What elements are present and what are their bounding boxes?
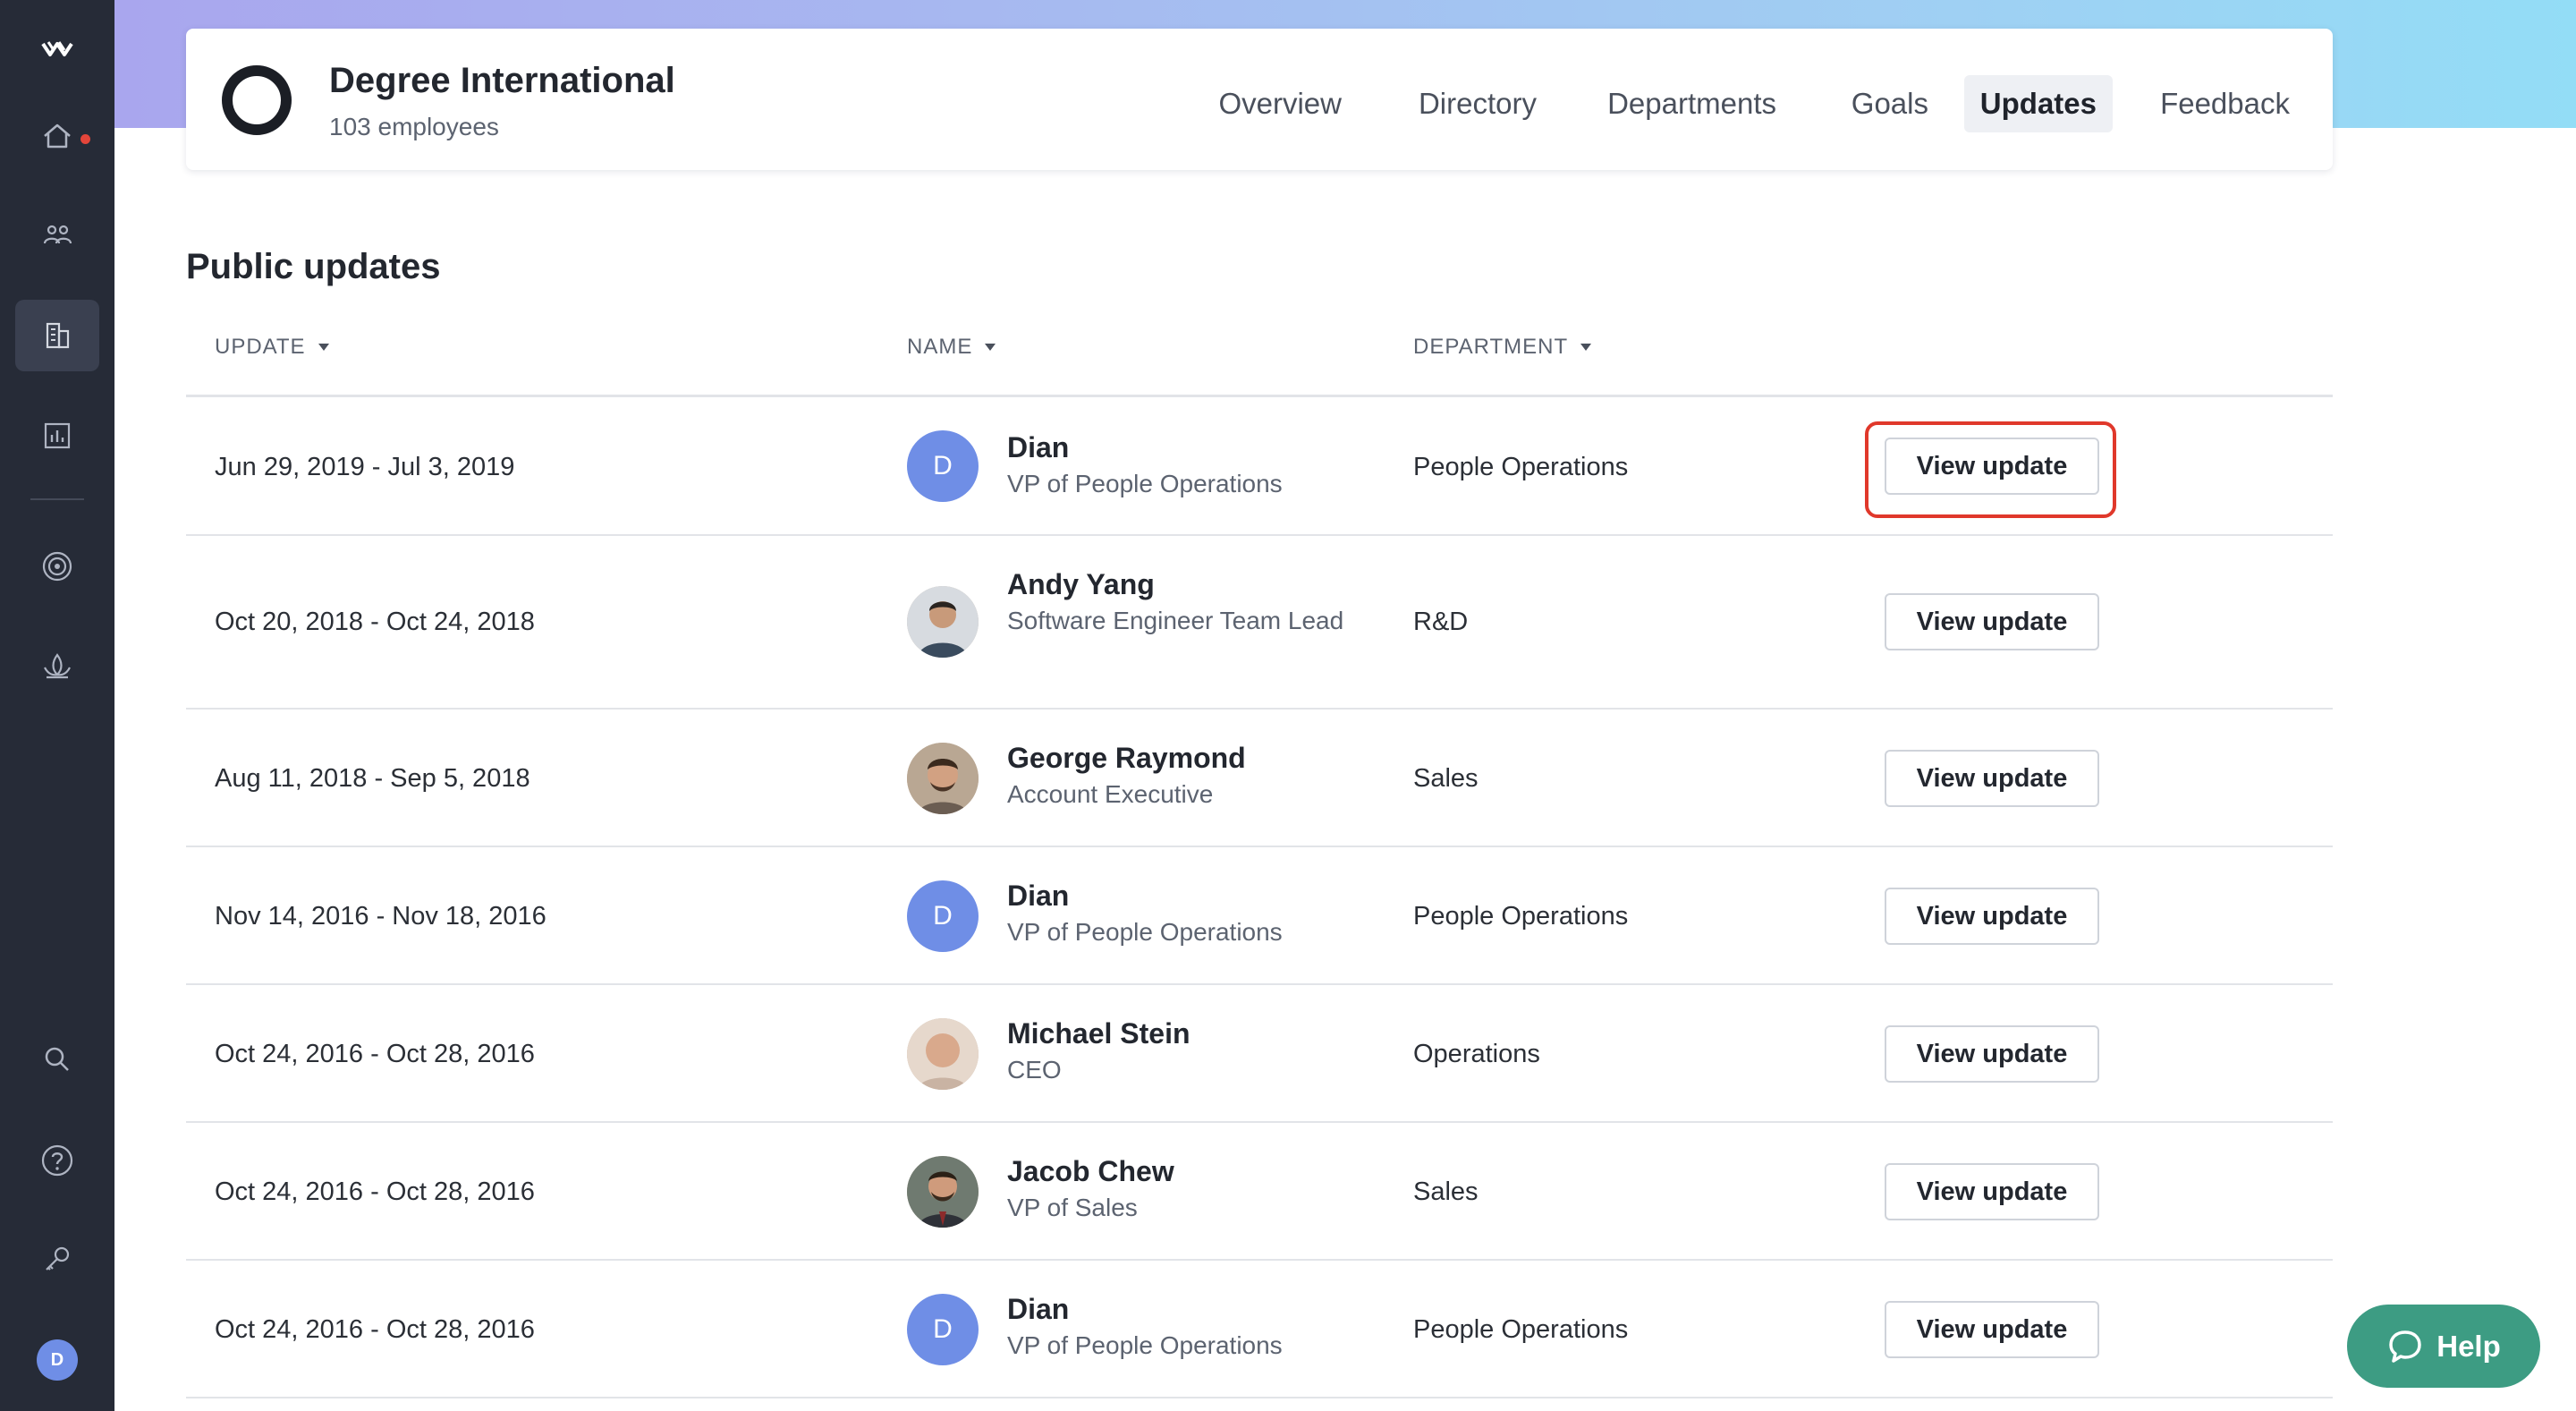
avatar: D [907,1294,979,1365]
lotus-icon[interactable] [15,630,99,701]
caret-down-icon [318,344,329,351]
sidebar: D [0,0,114,1411]
update-date: Oct 20, 2018 - Oct 24, 2018 [215,608,535,636]
update-date: Oct 24, 2016 - Oct 28, 2016 [215,1040,535,1068]
person-title: VP of People Operations [1007,918,1283,946]
highlight-annotation [1865,421,2116,518]
table-header: UPDATE NAME DEPARTMENT [186,322,2333,397]
sort-department-header[interactable]: DEPARTMENT [1413,335,1592,360]
avatar: D [907,430,979,502]
table-row: Oct 24, 2016 - Oct 28, 2016 Jacob Chew V… [186,1123,2333,1261]
department: Sales [1413,1177,1479,1206]
tab-updates[interactable]: Updates [1963,75,2113,132]
update-date: Aug 11, 2018 - Sep 5, 2018 [215,764,530,793]
chat-bubble-icon [2389,1330,2421,1363]
sort-name-header[interactable]: NAME [907,335,996,360]
avatar: D [907,880,979,952]
table-row: Oct 24, 2016 - Oct 28, 2016 Michael Stei… [186,985,2333,1123]
help-button[interactable]: Help [2347,1305,2540,1388]
sort-update-header[interactable]: UPDATE [215,335,329,360]
view-update-button[interactable]: View update [1885,888,2099,945]
department: People Operations [1413,902,1629,931]
update-date: Nov 14, 2016 - Nov 18, 2016 [215,902,547,931]
people-icon[interactable] [15,199,99,270]
table-row: Aug 11, 2018 - Sep 5, 2018 George Raymon… [186,710,2333,847]
updates-table: UPDATE NAME DEPARTMENT Jun 29, 2019 - Ju… [186,322,2333,1398]
person-title: Software Engineer Team Lead [1007,607,1344,634]
tab-overview[interactable]: Overview [1202,75,1358,132]
person-title: Account Executive [1007,780,1214,808]
view-update-button[interactable]: View update [1885,750,2099,807]
person-name[interactable]: Dian [1007,431,1069,464]
chart-icon[interactable] [15,400,99,472]
person-title: VP of People Operations [1007,1331,1283,1359]
user-avatar[interactable]: D [37,1339,78,1381]
department: Sales [1413,764,1479,793]
view-update-button[interactable]: View update [1885,1025,2099,1083]
page-title: Public updates [186,247,441,286]
person-name[interactable]: Jacob Chew [1007,1155,1174,1188]
target-icon[interactable] [15,531,99,602]
table-row: Nov 14, 2016 - Nov 18, 2016 D Dian VP of… [186,847,2333,985]
caret-down-icon [1580,344,1592,351]
building-icon[interactable] [15,300,99,371]
department: People Operations [1413,453,1629,481]
avatar [907,743,979,814]
company-header: Degree International 103 employees Overv… [186,29,2333,170]
sidebar-divider [30,498,84,500]
company-logo [222,65,292,135]
avatar [907,586,979,658]
caret-down-icon [985,344,996,351]
view-update-button[interactable]: View update [1885,593,2099,650]
update-date: Jun 29, 2019 - Jul 3, 2019 [215,453,515,481]
person-title: VP of People Operations [1007,470,1283,497]
tab-directory[interactable]: Directory [1402,75,1553,132]
department: Operations [1413,1040,1540,1068]
department: People Operations [1413,1315,1629,1344]
logo-icon[interactable] [15,13,99,85]
person-name[interactable]: Dian [1007,1293,1069,1326]
person-name[interactable]: Dian [1007,880,1069,913]
table-row: Oct 24, 2016 - Oct 28, 2016 D Dian VP of… [186,1261,2333,1398]
table-row: Oct 20, 2018 - Oct 24, 2018 Andy Yang So… [186,536,2333,710]
person-title: CEO [1007,1056,1062,1084]
person-title: VP of Sales [1007,1194,1138,1221]
department: R&D [1413,608,1469,636]
tab-goals[interactable]: Goals [1835,75,1945,132]
tab-feedback[interactable]: Feedback [2144,75,2306,132]
notification-dot [80,134,90,144]
person-name[interactable]: George Raymond [1007,742,1246,775]
view-update-button[interactable]: View update [1885,1301,2099,1358]
update-date: Oct 24, 2016 - Oct 28, 2016 [215,1177,535,1206]
person-name[interactable]: Michael Stein [1007,1017,1191,1050]
key-icon[interactable] [15,1224,99,1296]
avatar [907,1018,979,1090]
employee-count: 103 employees [329,113,499,140]
tab-departments[interactable]: Departments [1591,75,1792,132]
person-name[interactable]: Andy Yang [1007,568,1155,601]
search-icon[interactable] [15,1024,99,1095]
update-date: Oct 24, 2016 - Oct 28, 2016 [215,1315,535,1344]
help-circle-icon[interactable] [15,1125,99,1196]
company-name: Degree International [329,61,675,100]
view-update-button[interactable]: View update [1885,1163,2099,1220]
avatar [907,1156,979,1228]
